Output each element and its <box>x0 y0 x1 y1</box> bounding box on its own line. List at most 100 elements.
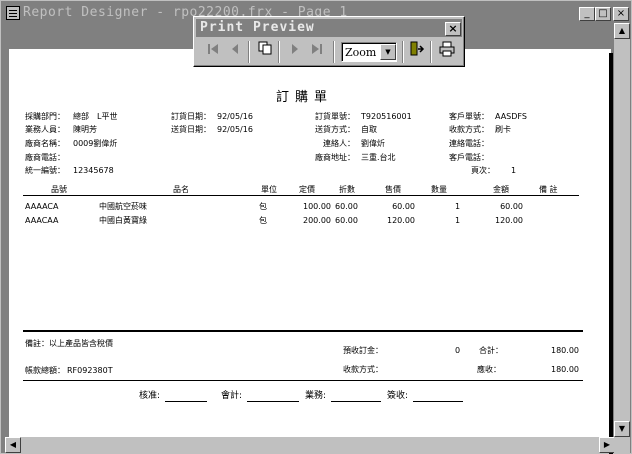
delivery-date-label: 送貨日期： <box>171 125 211 134</box>
size-grip[interactable] <box>614 437 630 453</box>
sign-sales-label: 業務: <box>305 391 327 401</box>
address-label: 廠商地址： <box>315 153 355 162</box>
row2-price: 120.00 <box>387 216 415 225</box>
col-unit: 單位 <box>261 185 277 194</box>
row1-qty: 1 <box>455 202 461 211</box>
report-page: 訂購單 採購部門： 總部 L平世 業務人員： 陳明芳 廠商名稱： 0009劉偉炘… <box>9 49 613 454</box>
zoom-select[interactable]: Zoom ▼ <box>341 42 397 62</box>
tax-label: 統一編號： <box>25 166 65 175</box>
col-note: 備 註 <box>539 185 558 194</box>
print-preview-titlebar[interactable]: Print Preview × <box>196 19 462 37</box>
toolbar-separator <box>430 41 432 63</box>
next-page-icon[interactable] <box>284 41 306 63</box>
row2-code: AAACAA <box>25 216 59 225</box>
row1-amount: 60.00 <box>500 202 523 211</box>
last-page-icon[interactable] <box>306 41 328 63</box>
subtotal-label: 合計： <box>479 346 503 355</box>
col-code: 品號 <box>51 185 67 194</box>
toolbar-separator <box>333 41 335 63</box>
cust-no-value: AASDFS <box>495 112 527 121</box>
sign-check-line <box>165 401 207 402</box>
scroll-left-button[interactable]: ◀ <box>5 437 21 453</box>
row1-name: 中國航空菸味 <box>99 202 147 211</box>
order-date-value: 92/05/16 <box>217 112 253 121</box>
previous-page-icon[interactable] <box>224 41 246 63</box>
total-label: 應收： <box>477 365 501 374</box>
sign-receive-line <box>413 401 463 402</box>
contact-label: 連絡人： <box>323 139 355 148</box>
sign-sales-line <box>331 401 381 402</box>
order-date-label: 訂貨日期： <box>171 112 211 121</box>
remark-text: 備註：以上產品皆含稅價 <box>25 339 113 348</box>
pay-value: 刷卡 <box>495 125 511 134</box>
buyer-value: 陳明芳 <box>73 125 97 134</box>
ship-value: 自取 <box>361 125 377 134</box>
contact-tel-label: 連絡電話： <box>449 139 489 148</box>
report-title: 訂購單 <box>276 90 334 105</box>
page-label: 頁次： <box>471 166 495 175</box>
pay-label: 收款方式： <box>449 125 489 134</box>
total-value: 180.00 <box>551 365 579 374</box>
deposit-label: 預收訂金： <box>343 346 383 355</box>
app-icon[interactable] <box>6 6 20 20</box>
sign-receive-label: 簽收: <box>387 391 409 401</box>
restore-button[interactable]: □ <box>595 7 611 21</box>
close-preview-icon[interactable] <box>406 41 428 63</box>
row2-name: 中國白黃寶綠 <box>99 216 147 225</box>
go-to-page-icon[interactable] <box>254 41 276 63</box>
row1-unit: 包 <box>259 202 267 211</box>
dept-extra: L平世 <box>97 112 118 121</box>
first-page-icon[interactable] <box>202 41 224 63</box>
vertical-scrollbar[interactable]: ▲ ▼ <box>614 23 630 437</box>
cust-tel-label: 客戶電話： <box>449 153 489 162</box>
order-no-label: 訂貨單號： <box>315 112 355 121</box>
chevron-down-icon[interactable]: ▼ <box>380 44 396 60</box>
print-preview-close-button[interactable]: × <box>445 22 461 36</box>
scroll-up-button[interactable]: ▲ <box>614 23 630 39</box>
preview-area: 訂購單 採購部門： 總部 L平世 業務人員： 陳明芳 廠商名稱： 0009劉偉炘… <box>5 23 615 454</box>
subtotal-value: 180.00 <box>551 346 579 355</box>
column-header-rule <box>23 195 579 196</box>
buyer-label: 業務人員： <box>25 125 65 134</box>
col-price: 售價 <box>385 185 401 194</box>
print-icon[interactable] <box>436 41 458 63</box>
page-shadow <box>609 53 613 454</box>
col-qty: 數量 <box>431 185 447 194</box>
col-discount: 折數 <box>339 185 355 194</box>
minimize-button[interactable]: _ <box>579 7 595 21</box>
close-button[interactable]: × <box>613 7 629 21</box>
col-list-price: 定價 <box>299 185 315 194</box>
row1-price: 60.00 <box>392 202 415 211</box>
dept-label: 採購部門： <box>25 112 65 121</box>
dept-value: 總部 <box>73 112 89 121</box>
tax-value: 12345678 <box>73 166 114 175</box>
vendor-value: 0009劉偉炘 <box>73 139 118 148</box>
delivery-date-value: 92/05/16 <box>217 125 253 134</box>
vendor-tel-label: 廠商電話： <box>25 153 65 162</box>
page-value: 1 <box>511 166 517 175</box>
zoom-value: Zoom <box>345 46 377 59</box>
scroll-down-button[interactable]: ▼ <box>614 421 630 437</box>
report-designer-window: Report Designer - rpo22200.frx - Page 1 … <box>0 0 632 454</box>
footer-bottom-rule <box>23 380 583 381</box>
ship-label: 送貨方式： <box>315 125 355 134</box>
print-preview-toolbar: Print Preview × Zoom ▼ <box>193 16 465 67</box>
scroll-right-button[interactable]: ▶ <box>599 437 615 453</box>
col-amount: 金額 <box>493 185 509 194</box>
row1-discount: 60.00 <box>335 202 358 211</box>
row2-qty: 1 <box>455 216 461 225</box>
footer-top-rule <box>23 330 583 332</box>
account-label: 帳款總額： <box>25 366 65 375</box>
sign-accounting-label: 會計: <box>221 391 243 401</box>
sign-check-label: 核准: <box>139 391 161 401</box>
row1-list-price: 100.00 <box>303 202 331 211</box>
contact-value: 劉偉炘 <box>361 139 385 148</box>
row2-discount: 60.00 <box>335 216 358 225</box>
toolbar-separator <box>248 41 250 63</box>
row1-code: AAAACA <box>25 202 59 211</box>
deposit-value: 0 <box>455 346 461 355</box>
print-preview-title: Print Preview <box>200 20 315 35</box>
cust-no-label: 客戶單號： <box>449 112 489 121</box>
account-value: RF092380T <box>67 366 113 375</box>
horizontal-scrollbar[interactable]: ◀ ▶ <box>5 437 615 453</box>
